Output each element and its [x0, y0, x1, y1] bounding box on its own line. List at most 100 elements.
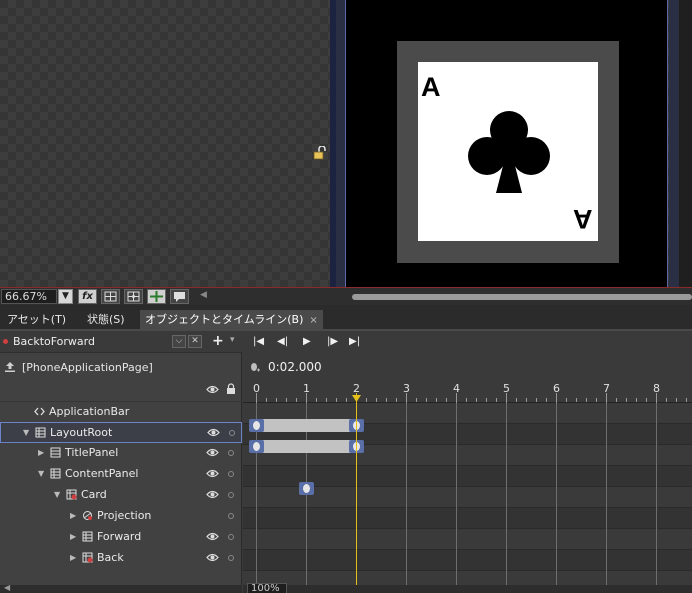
close-icon[interactable]: × — [309, 315, 317, 326]
objects-panel: BacktoForward ⌵ ✕ + ▾ [PhoneApplicationP… — [0, 331, 242, 593]
playhead-marker-icon[interactable] — [352, 395, 361, 402]
fx-icon[interactable]: fx — [78, 289, 97, 304]
eye-icon[interactable] — [206, 489, 219, 500]
scope-up-icon[interactable] — [4, 361, 16, 373]
lock-icon[interactable] — [226, 383, 236, 395]
ruler-minor-tick — [526, 398, 527, 402]
tree-item-card[interactable]: ▼ Card — [0, 485, 242, 506]
tree-item-label: Card — [81, 488, 107, 501]
keyframe[interactable] — [249, 419, 264, 432]
keyframe[interactable] — [249, 440, 264, 453]
lock-open-icon[interactable] — [313, 146, 327, 160]
previous-frame-icon[interactable]: ◀| — [277, 336, 288, 347]
expand-icon[interactable]: ▶ — [38, 448, 44, 457]
storyboard-name: BacktoForward — [13, 335, 95, 348]
expand-icon[interactable]: ▶ — [70, 553, 76, 562]
options-chevron-icon[interactable]: ▾ — [230, 335, 235, 345]
tree-item-contentpanel[interactable]: ▼ ContentPanel — [0, 464, 242, 485]
tab-objects-timeline-label: オブジェクトとタイムライン(B) — [145, 313, 304, 326]
timeline-panel: |◀ ◀| ▶ |▶ ▶| 0:02.000 012345678 100% — [243, 331, 692, 593]
add-storyboard-button[interactable]: + — [212, 333, 224, 349]
timeline-grid-line — [456, 403, 457, 585]
play-icon[interactable]: ▶ — [303, 336, 311, 347]
snap-grid-icon[interactable] — [124, 289, 143, 304]
lock-toggle-icon[interactable] — [228, 534, 234, 540]
snap-lines-icon[interactable] — [147, 289, 166, 304]
tree-item-layoutroot[interactable]: ▼ LayoutRoot — [0, 422, 242, 443]
ruler-minor-tick — [586, 398, 587, 402]
expand-icon[interactable]: ▶ — [70, 511, 76, 520]
grid-icon[interactable] — [101, 289, 120, 304]
lock-toggle-icon[interactable] — [228, 471, 234, 477]
ruler-minor-tick — [296, 398, 297, 402]
ruler-major-tick — [306, 393, 307, 403]
eye-icon[interactable] — [206, 531, 219, 542]
expand-icon[interactable]: ▶ — [70, 532, 76, 541]
tab-assets[interactable]: アセット(T) — [2, 310, 71, 331]
tab-states[interactable]: 状態(S) — [82, 310, 130, 331]
phone-frame-edge — [679, 0, 692, 287]
storyboard-picker[interactable]: BacktoForward ⌵ ✕ + ▾ — [0, 331, 242, 353]
collapse-icon[interactable]: ▼ — [23, 428, 29, 437]
scroll-left-icon[interactable]: ◀ — [200, 290, 207, 300]
tab-objects-timeline[interactable]: オブジェクトとタイムライン(B) × — [140, 310, 323, 331]
ruler-minor-tick — [276, 398, 277, 402]
chevron-down-icon[interactable]: ▼ — [58, 289, 73, 304]
animation-span-bar[interactable] — [256, 440, 356, 453]
collapse-icon[interactable]: ▼ — [38, 469, 44, 478]
timeline-track-row[interactable] — [243, 550, 692, 571]
timeline-grid-line — [656, 403, 657, 585]
tree-item-titlepanel[interactable]: ▶ TitlePanel — [0, 443, 242, 464]
playhead[interactable] — [356, 393, 357, 585]
next-frame-icon[interactable]: |▶ — [327, 336, 338, 347]
ruler-minor-tick — [466, 398, 467, 402]
grid-icon — [35, 427, 46, 438]
lock-toggle-icon[interactable] — [229, 430, 235, 436]
collapse-icon[interactable]: ▼ — [54, 490, 60, 499]
eye-icon[interactable] — [206, 552, 219, 563]
scrollbar-thumb[interactable] — [352, 294, 692, 300]
eye-icon[interactable] — [206, 447, 219, 458]
ruler-minor-tick — [636, 398, 637, 402]
timeline-track-row[interactable] — [243, 508, 692, 529]
card-rank-bottom: A — [572, 204, 593, 234]
ruler-minor-tick — [436, 398, 437, 402]
animation-span-bar[interactable] — [256, 419, 356, 432]
lock-toggle-icon[interactable] — [228, 450, 234, 456]
record-keyframe-icon[interactable] — [250, 362, 260, 372]
ruler-minor-tick — [336, 398, 337, 402]
tree-item-back[interactable]: ▶ Back — [0, 548, 242, 569]
eye-icon[interactable] — [207, 427, 220, 438]
go-to-first-frame-icon[interactable]: |◀ — [253, 336, 264, 347]
record-indicator-icon — [3, 339, 8, 344]
tree-item-forward[interactable]: ▶ Forward — [0, 527, 242, 548]
ruler-minor-tick — [676, 398, 677, 402]
storyboard-dropdown-icon[interactable]: ⌵ — [172, 335, 186, 348]
scope-up-row[interactable]: [PhoneApplicationPage] — [0, 357, 242, 379]
artboard[interactable]: A A — [0, 0, 692, 287]
annotation-icon[interactable] — [170, 289, 189, 304]
current-time[interactable]: 0:02.000 — [268, 360, 322, 374]
eye-icon[interactable] — [206, 384, 219, 395]
timeline-zoom-input[interactable]: 100% — [247, 583, 287, 593]
go-to-last-frame-icon[interactable]: ▶| — [349, 336, 360, 347]
lock-toggle-icon[interactable] — [228, 492, 234, 498]
close-storyboard-icon[interactable]: ✕ — [188, 335, 202, 348]
ruler-major-tick — [256, 393, 257, 403]
scroll-left-icon[interactable]: ◀ — [4, 583, 10, 592]
keyframe[interactable] — [299, 482, 314, 495]
tree-item-applicationbar[interactable]: ApplicationBar — [0, 402, 242, 423]
ruler-major-tick — [506, 393, 507, 403]
lock-toggle-icon[interactable] — [228, 555, 234, 561]
lock-toggle-icon[interactable] — [228, 513, 234, 519]
time-ruler[interactable]: 012345678 — [243, 379, 692, 403]
tree-item-projection[interactable]: ▶ Projection — [0, 506, 242, 527]
eye-icon[interactable] — [206, 468, 219, 479]
zoom-input[interactable]: 66.67% — [1, 289, 57, 304]
timeline-track-row[interactable] — [243, 529, 692, 550]
horizontal-scrollbar[interactable] — [212, 294, 692, 300]
transport-controls: |◀ ◀| ▶ |▶ ▶| — [243, 331, 692, 355]
page-root-label: [PhoneApplicationPage] — [22, 361, 153, 374]
timeline-tracks[interactable] — [243, 403, 692, 592]
card-face[interactable]: A A — [418, 62, 598, 241]
